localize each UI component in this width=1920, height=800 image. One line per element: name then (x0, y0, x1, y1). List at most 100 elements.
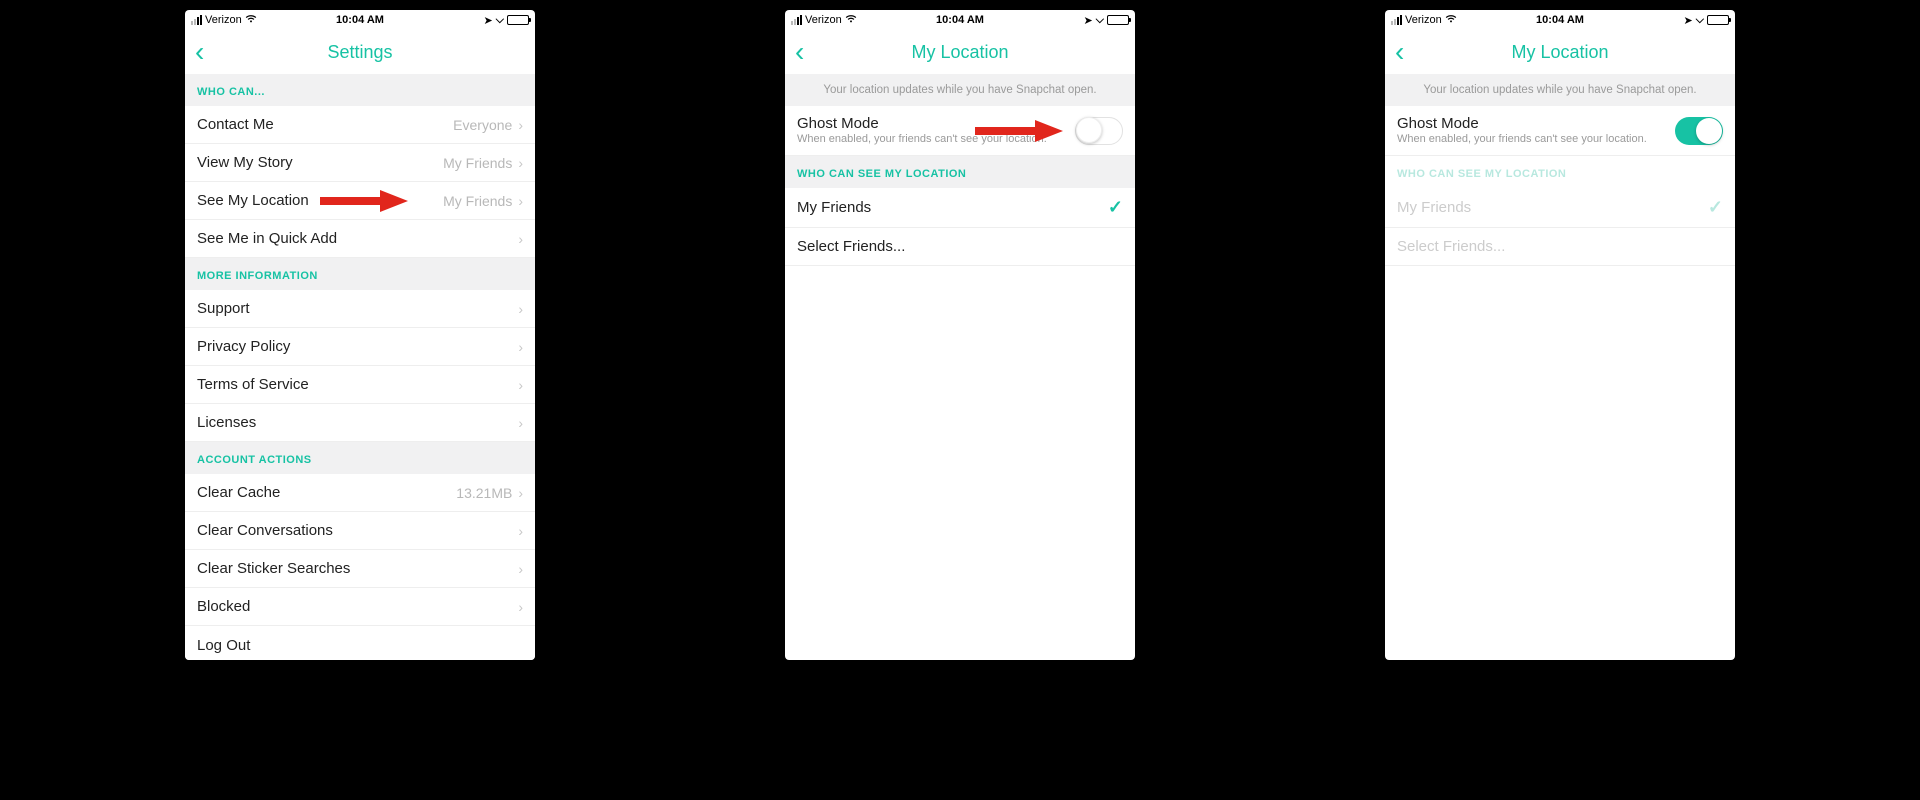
row-ghost-mode[interactable]: Ghost Mode When enabled, your friends ca… (1385, 106, 1735, 156)
section-header-who-can: WHO CAN... (185, 74, 535, 106)
nav-bar: ‹ My Location (1385, 30, 1735, 74)
chevron-right-icon: › (518, 485, 523, 501)
battery-icon (1707, 15, 1729, 25)
ghost-mode-toggle[interactable] (1675, 117, 1723, 145)
row-log-out[interactable]: Log Out (185, 626, 535, 660)
chevron-right-icon: › (518, 301, 523, 317)
row-label: Terms of Service (197, 376, 518, 393)
chevron-right-icon: › (518, 339, 523, 355)
row-label: Blocked (197, 598, 518, 615)
page-title: Settings (327, 42, 392, 63)
checkmark-icon: ✓ (1108, 197, 1123, 218)
location-icon: ➤ (483, 14, 492, 27)
row-see-me-quick-add[interactable]: See Me in Quick Add › (185, 220, 535, 258)
row-label: Log Out (197, 637, 523, 654)
row-label: View My Story (197, 154, 443, 171)
status-bar: Verizon 10:04 AM ➤ ⌵ (785, 10, 1135, 30)
row-value: Everyone (453, 117, 512, 133)
nav-bar: ‹ My Location (785, 30, 1135, 74)
checkmark-icon: ✓ (1708, 197, 1723, 218)
row-label: Select Friends... (797, 238, 1123, 255)
row-label: Ghost Mode (797, 115, 1075, 132)
row-label: My Friends (1397, 199, 1708, 216)
chevron-right-icon: › (518, 231, 523, 247)
carrier-label: Verizon (205, 14, 242, 26)
location-icon: ➤ (1083, 14, 1092, 27)
phone-screen-my-location-on: Verizon 10:04 AM ➤ ⌵ ‹ My Location Your … (1385, 10, 1735, 660)
row-my-friends[interactable]: My Friends ✓ (785, 188, 1135, 228)
signal-icon (791, 15, 802, 25)
row-label: Privacy Policy (197, 338, 518, 355)
row-view-my-story[interactable]: View My Story My Friends › (185, 144, 535, 182)
info-banner: Your location updates while you have Sna… (785, 74, 1135, 106)
back-button[interactable]: ‹ (795, 38, 804, 66)
back-button[interactable]: ‹ (1395, 38, 1404, 66)
nav-bar: ‹ Settings (185, 30, 535, 74)
status-time: 10:04 AM (1536, 14, 1584, 26)
row-label: My Friends (797, 199, 1108, 216)
row-my-friends: My Friends ✓ (1385, 188, 1735, 228)
chevron-right-icon: › (518, 193, 523, 209)
row-contact-me[interactable]: Contact Me Everyone › (185, 106, 535, 144)
row-label: Select Friends... (1397, 238, 1723, 255)
carrier-label: Verizon (805, 14, 842, 26)
row-privacy-policy[interactable]: Privacy Policy › (185, 328, 535, 366)
row-licenses[interactable]: Licenses › (185, 404, 535, 442)
back-button[interactable]: ‹ (195, 38, 204, 66)
section-header-more-info: MORE INFORMATION (185, 258, 535, 290)
row-subtitle: When enabled, your friends can't see you… (797, 132, 1075, 146)
row-value: My Friends (443, 155, 512, 171)
row-terms[interactable]: Terms of Service › (185, 366, 535, 404)
page-title: My Location (911, 42, 1008, 63)
page-title: My Location (1511, 42, 1608, 63)
battery-icon (1107, 15, 1129, 25)
carrier-label: Verizon (1405, 14, 1442, 26)
bluetooth-icon: ⌵ (1096, 14, 1104, 27)
phone-screen-my-location-off: Verizon 10:04 AM ➤ ⌵ ‹ My Location Your … (785, 10, 1135, 660)
row-clear-sticker-searches[interactable]: Clear Sticker Searches › (185, 550, 535, 588)
row-value: My Friends (443, 193, 512, 209)
row-ghost-mode[interactable]: Ghost Mode When enabled, your friends ca… (785, 106, 1135, 156)
status-time: 10:04 AM (336, 14, 384, 26)
row-subtitle: When enabled, your friends can't see you… (1397, 132, 1675, 146)
row-label: See Me in Quick Add (197, 230, 518, 247)
row-label: Ghost Mode (1397, 115, 1675, 132)
row-value: 13.21MB (456, 485, 512, 501)
chevron-right-icon: › (518, 415, 523, 431)
row-see-my-location[interactable]: See My Location My Friends › (185, 182, 535, 220)
row-label: Licenses (197, 414, 518, 431)
section-header-who-can-see: WHO CAN SEE MY LOCATION (1385, 156, 1735, 188)
section-header-account-actions: ACCOUNT ACTIONS (185, 442, 535, 474)
section-header-who-can-see: WHO CAN SEE MY LOCATION (785, 156, 1135, 188)
row-label: Clear Cache (197, 484, 456, 501)
chevron-right-icon: › (518, 117, 523, 133)
chevron-right-icon: › (518, 155, 523, 171)
row-select-friends[interactable]: Select Friends... (785, 228, 1135, 266)
info-banner: Your location updates while you have Sna… (1385, 74, 1735, 106)
row-clear-cache[interactable]: Clear Cache 13.21MB › (185, 474, 535, 512)
row-clear-conversations[interactable]: Clear Conversations › (185, 512, 535, 550)
bluetooth-icon: ⌵ (496, 14, 504, 27)
row-label: Clear Conversations (197, 522, 518, 539)
chevron-right-icon: › (518, 377, 523, 393)
wifi-icon (245, 14, 257, 27)
row-blocked[interactable]: Blocked › (185, 588, 535, 626)
wifi-icon (1445, 14, 1457, 27)
phone-screen-settings: Verizon 10:04 AM ➤ ⌵ ‹ Settings WHO CAN.… (185, 10, 535, 660)
status-bar: Verizon 10:04 AM ➤ ⌵ (185, 10, 535, 30)
row-select-friends: Select Friends... (1385, 228, 1735, 266)
battery-icon (507, 15, 529, 25)
status-time: 10:04 AM (936, 14, 984, 26)
signal-icon (1391, 15, 1402, 25)
status-bar: Verizon 10:04 AM ➤ ⌵ (1385, 10, 1735, 30)
signal-icon (191, 15, 202, 25)
row-support[interactable]: Support › (185, 290, 535, 328)
bluetooth-icon: ⌵ (1696, 14, 1704, 27)
wifi-icon (845, 14, 857, 27)
chevron-right-icon: › (518, 561, 523, 577)
row-label: Clear Sticker Searches (197, 560, 518, 577)
chevron-right-icon: › (518, 599, 523, 615)
location-icon: ➤ (1683, 14, 1692, 27)
row-label: See My Location (197, 192, 443, 209)
ghost-mode-toggle[interactable] (1075, 117, 1123, 145)
